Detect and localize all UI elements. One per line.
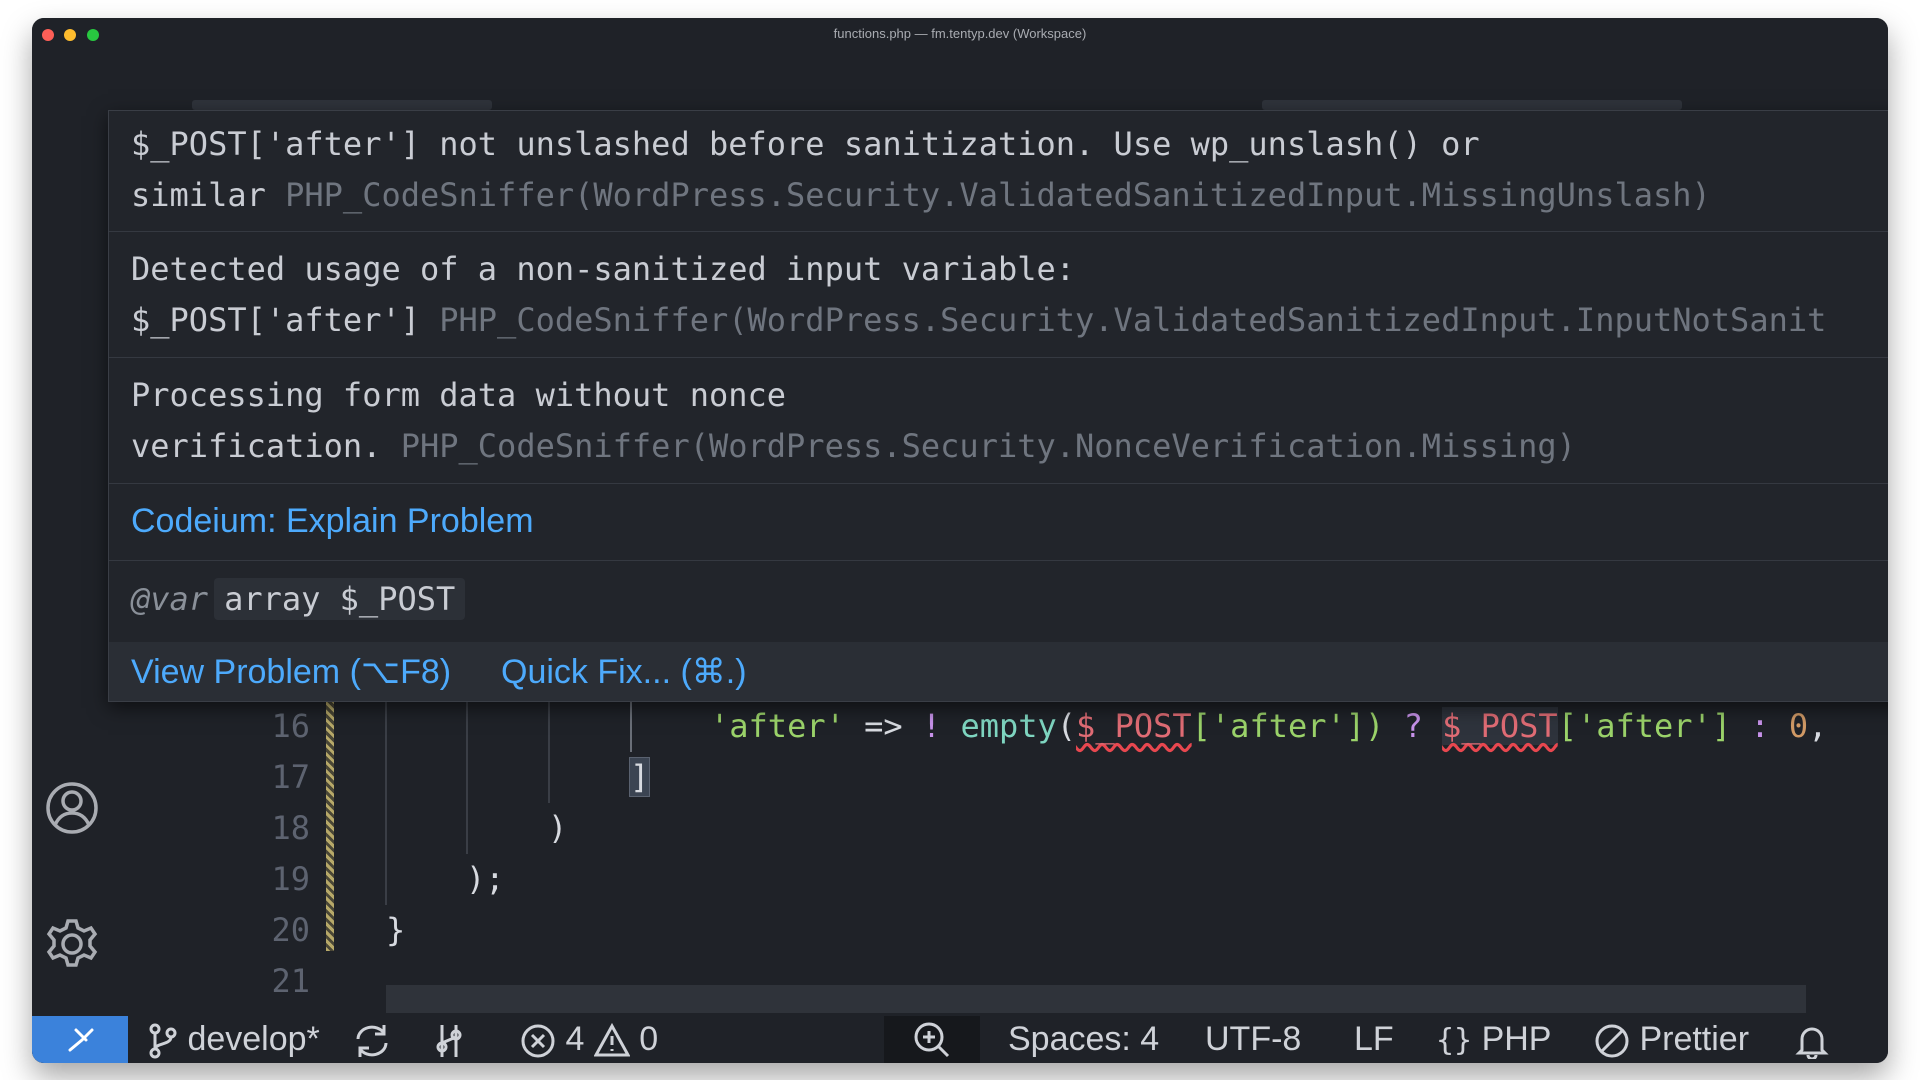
tab-functions-php[interactable]	[192, 100, 492, 110]
problems-button[interactable]: 4 0	[520, 1016, 658, 1063]
code-line-18: )	[548, 809, 568, 847]
sync-button[interactable]	[352, 1016, 392, 1063]
matching-bracket: ]	[628, 757, 651, 797]
bell-icon	[1795, 1027, 1829, 1061]
git-branch-icon	[149, 1023, 177, 1059]
arrow-operator: =>	[844, 707, 922, 745]
doc-type: array $_POST	[214, 578, 466, 620]
code-line-20: }	[386, 911, 406, 949]
problem-source: PHP_CodeSniffer(WordPress.Security.Nonce…	[400, 427, 1576, 465]
problem-item: $_POST['after'] not unslashed before san…	[109, 111, 1888, 232]
array-index: ['after'])	[1191, 707, 1385, 745]
code-line-19: );	[466, 860, 505, 898]
minimize-window-button[interactable]	[64, 29, 76, 41]
ternary-operator: ?	[1384, 707, 1443, 745]
formatter-name: Prettier	[1639, 1020, 1750, 1058]
sync-icon	[356, 1025, 388, 1058]
indent-guide	[385, 701, 387, 905]
warning-icon	[593, 1022, 631, 1057]
title-bar: functions.php — fm.tentyp.dev (Workspace…	[32, 18, 1888, 50]
indentation-button[interactable]: Spaces: 4	[1008, 1016, 1159, 1063]
language-name: PHP	[1481, 1020, 1552, 1058]
array-index: ['after']	[1557, 707, 1732, 745]
encoding-button[interactable]: UTF-8	[1205, 1016, 1301, 1063]
horizontal-scrollbar[interactable]	[386, 985, 1806, 1013]
comma: ,	[1808, 707, 1828, 745]
function-name: empty	[960, 707, 1057, 745]
prettier-disabled-icon	[1595, 1024, 1629, 1058]
problem-source: PHP_CodeSniffer(WordPress.Security.Valid…	[439, 301, 1827, 339]
editor-actions[interactable]	[1262, 100, 1682, 110]
zoom-in-icon	[914, 1022, 950, 1058]
problem-message: Detected usage of a non-sanitized input …	[131, 250, 1076, 288]
warning-count: 0	[639, 1020, 659, 1058]
indent-guide	[466, 701, 468, 854]
problem-message: $_POST['after'] not unslashed before san…	[131, 125, 1480, 163]
notifications-button[interactable]	[1794, 1016, 1830, 1063]
vscode-window: functions.php — fm.tentyp.dev (Workspace…	[32, 18, 1888, 1063]
line-number: 21	[271, 962, 310, 1000]
activity-bar	[32, 110, 110, 1016]
braces-icon: {}	[1436, 1023, 1473, 1058]
branch-name: develop*	[187, 1020, 320, 1058]
problem-message-tail: verification.	[131, 427, 382, 465]
error-variable[interactable]: $_POST	[1076, 707, 1192, 745]
problem-item: Detected usage of a non-sanitized input …	[109, 232, 1888, 358]
maximize-window-button[interactable]	[87, 29, 99, 41]
doc-tag: @var	[131, 580, 209, 618]
problem-source: PHP_CodeSniffer(WordPress.Security.Valid…	[285, 176, 1711, 214]
variable-doc: @var array $_POST	[109, 561, 1888, 641]
prettier-button[interactable]: Prettier	[1594, 1016, 1749, 1063]
problem-message-cont: $_POST['after'] PHP_CodeSniffer(WordPres…	[131, 295, 1826, 346]
account-icon[interactable]	[44, 780, 100, 836]
status-bar: develop* 4 0 Spaces: 4 UTF-8 LF {} PHP P…	[32, 1016, 1888, 1063]
eol-button[interactable]: LF	[1354, 1016, 1394, 1063]
close-window-button[interactable]	[42, 29, 54, 41]
codeium-explain-problem-link[interactable]: Codeium: Explain Problem	[131, 502, 534, 541]
string-literal: 'after'	[710, 707, 845, 745]
line-number: 16	[271, 707, 310, 745]
line-number: 17	[271, 758, 310, 796]
codeium-section: Codeium: Explain Problem	[109, 484, 1888, 561]
error-variable-hovered[interactable]: $_POST	[1442, 707, 1558, 745]
editor-tab-row	[32, 50, 1888, 110]
problem-message: Processing form data without nonce	[131, 376, 787, 414]
window-title: functions.php — fm.tentyp.dev (Workspace…	[833, 26, 1087, 41]
error-icon	[521, 1024, 555, 1058]
problem-item: Processing form data without nonce verif…	[109, 358, 1888, 484]
problem-message-cont: similar PHP_CodeSniffer(WordPress.Securi…	[131, 170, 1711, 221]
hover-widget: $_POST['after'] not unslashed before san…	[108, 110, 1888, 702]
number-literal: 0	[1788, 707, 1809, 745]
problem-message-cont: verification. PHP_CodeSniffer(WordPress.…	[131, 421, 1576, 472]
error-count: 4	[565, 1020, 585, 1058]
view-problem-button[interactable]: View Problem (⌥F8)	[131, 652, 451, 692]
indent-guide-active	[630, 701, 632, 752]
remote-indicator-button[interactable]	[32, 1016, 128, 1063]
indent-guide	[548, 701, 550, 803]
hover-status-bar: View Problem (⌥F8) Quick Fix... (⌘.)	[109, 642, 1888, 701]
line-number: 19	[271, 860, 310, 898]
code-line-16: 'after' => ! empty($_POST['after']) ? $_…	[710, 701, 1827, 752]
git-graph-button[interactable]	[432, 1016, 468, 1063]
branch-button[interactable]: develop*	[148, 1016, 320, 1063]
not-operator: !	[921, 707, 961, 745]
language-mode-button[interactable]: {} PHP	[1436, 1016, 1552, 1063]
problem-message-tail: $_POST['after']	[131, 301, 420, 339]
ternary-operator: :	[1731, 707, 1789, 745]
code-line-17: ]	[628, 752, 651, 803]
remote-icon	[68, 1028, 94, 1052]
git-graph-icon	[436, 1025, 462, 1058]
git-modified-indicator	[326, 701, 334, 951]
line-number: 18	[271, 809, 310, 847]
paren: (	[1056, 707, 1077, 745]
zoom-button[interactable]	[884, 1016, 980, 1063]
gear-icon[interactable]	[44, 916, 100, 972]
line-number: 20	[271, 911, 310, 949]
problem-message-tail: similar	[131, 176, 266, 214]
quick-fix-button[interactable]: Quick Fix... (⌘.)	[501, 652, 747, 692]
